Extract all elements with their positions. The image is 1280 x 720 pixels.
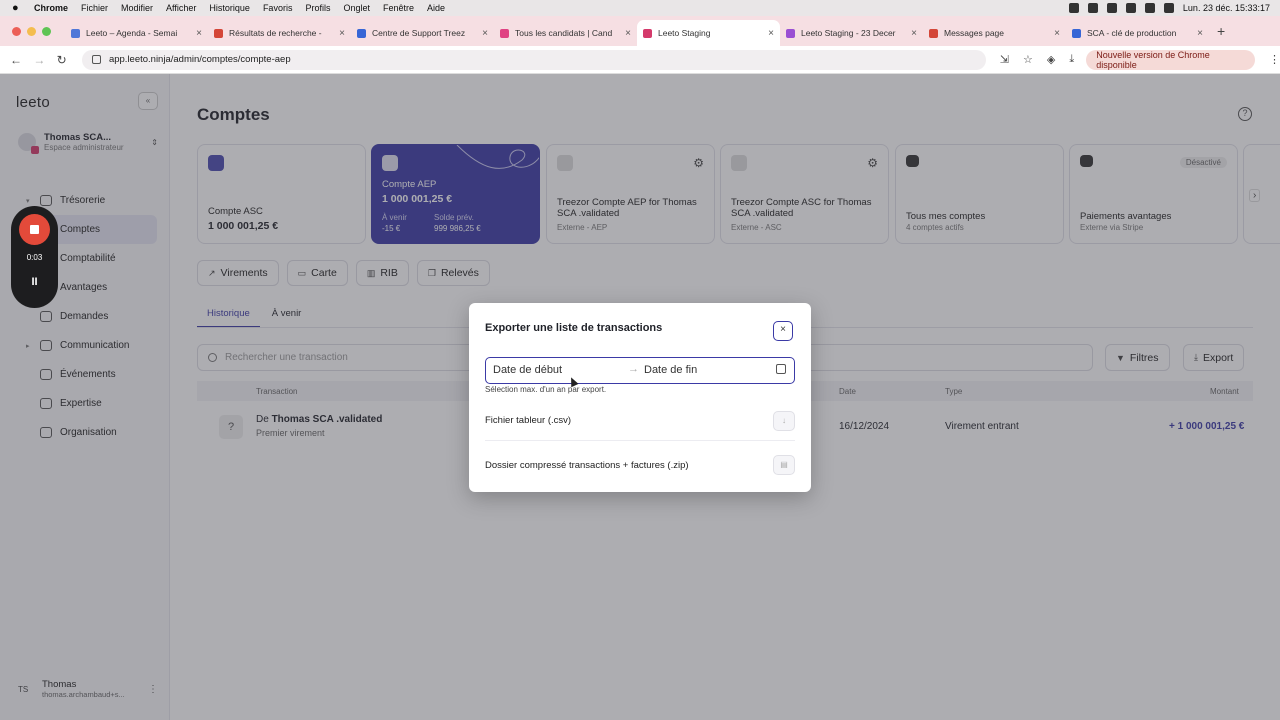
stop-recording-button[interactable]	[19, 214, 50, 245]
zoom-window-button[interactable]	[42, 26, 51, 36]
close-tab-icon[interactable]: ×	[911, 28, 917, 39]
menu-onglet[interactable]: Onglet	[343, 3, 370, 13]
os-menu-bar: ● Chrome Fichier Modifier Afficher Histo…	[0, 0, 1280, 16]
url-text: app.leeto.ninja/admin/comptes/compte-aep	[108, 54, 291, 65]
option-label: Fichier tableur (.csv)	[485, 415, 572, 426]
tab-title: Leeto Staging - 23 Decer	[801, 28, 896, 38]
favicon-icon	[643, 28, 652, 38]
menu-modifier[interactable]: Modifier	[121, 3, 153, 13]
browser-tab[interactable]: Leeto Staging ×	[637, 20, 780, 46]
tab-title: Résultats de recherche -	[229, 28, 322, 38]
close-tab-icon[interactable]: ×	[768, 28, 774, 39]
close-tab-icon[interactable]: ×	[625, 28, 631, 39]
end-date-input[interactable]: Date de fin	[644, 364, 697, 376]
extensions-icon[interactable]: ◈	[1047, 53, 1055, 66]
menu-fenetre[interactable]: Fenêtre	[383, 3, 414, 13]
menu-afficher[interactable]: Afficher	[166, 3, 196, 13]
download-icon[interactable]: ↓	[773, 410, 795, 431]
close-tab-icon[interactable]: ×	[1054, 28, 1060, 39]
favicon-icon	[71, 28, 80, 38]
start-date-input[interactable]: Date de début	[493, 364, 562, 376]
browser-tab[interactable]: Leeto Staging - 23 Decer ×	[780, 20, 923, 46]
site-info-icon[interactable]	[91, 55, 101, 64]
close-window-button[interactable]	[12, 26, 21, 36]
export-dialog: Exporter une liste de transactions × Dat…	[469, 303, 811, 492]
recording-timer: 0:03	[26, 253, 43, 262]
wifi-icon[interactable]	[1125, 3, 1136, 13]
tab-title: Leeto – Agenda - Semai	[86, 28, 178, 38]
browser-tab[interactable]: Résultats de recherche - ×	[208, 20, 351, 46]
menu-aide[interactable]: Aide	[427, 3, 445, 13]
url-field[interactable]: app.leeto.ninja/admin/comptes/compte-aep	[81, 49, 986, 70]
screen-recorder-widget: 0:03 II	[11, 206, 58, 308]
favicon-icon	[357, 28, 366, 38]
back-icon[interactable]: ←	[10, 53, 23, 67]
option-label: Dossier compressé transactions + facture…	[485, 459, 689, 471]
calendar-icon[interactable]	[776, 364, 786, 374]
menu-chrome[interactable]: Chrome	[34, 3, 68, 13]
favicon-icon	[214, 28, 223, 38]
reload-icon[interactable]: ↻	[57, 53, 70, 67]
browser-tab-strip: Leeto – Agenda - Semai × Résultats de rech…	[0, 16, 1280, 46]
favicon-icon	[1072, 28, 1081, 38]
forward-icon[interactable]: →	[33, 53, 46, 67]
status-app-icon[interactable]	[1068, 3, 1079, 13]
address-bar-row: ← → ↻ app.leeto.ninja/admin/comptes/comp…	[0, 46, 1280, 74]
tab-title: SCA - clé de production	[1087, 28, 1177, 38]
favicon-icon	[929, 28, 938, 38]
close-tab-icon[interactable]: ×	[482, 28, 488, 39]
favicon-icon	[500, 28, 509, 38]
menu-favoris[interactable]: Favoris	[263, 3, 293, 13]
browser-tab[interactable]: Leeto – Agenda - Semai ×	[65, 20, 208, 46]
close-tab-icon[interactable]: ×	[1197, 28, 1203, 39]
date-range-hint: Sélection max. d'un an par export.	[485, 385, 607, 394]
pause-recording-button[interactable]: II	[11, 276, 58, 288]
favicon-icon	[786, 28, 795, 38]
close-tab-icon[interactable]: ×	[339, 28, 345, 39]
menu-clock[interactable]: Lun. 23 déc. 15:33:17	[1183, 3, 1270, 13]
tab-title: Messages page	[944, 28, 1005, 38]
close-icon[interactable]: ×	[773, 321, 793, 341]
status-app-icon[interactable]	[1106, 3, 1117, 13]
install-icon[interactable]: ⇲	[1000, 53, 1009, 66]
tab-title: Leeto Staging	[658, 28, 711, 38]
chrome-menu-icon[interactable]: ⋮	[1269, 53, 1280, 66]
browser-tab[interactable]: SCA - clé de production ×	[1066, 20, 1209, 46]
bookmark-star-icon[interactable]: ☆	[1023, 53, 1033, 66]
download-icon[interactable]: ⤓	[1069, 53, 1074, 66]
browser-tab[interactable]: Messages page ×	[923, 20, 1066, 46]
export-csv-option[interactable]: Fichier tableur (.csv) ↓	[485, 401, 795, 441]
tab-title: Tous les candidats | Cand	[515, 28, 613, 38]
export-zip-option[interactable]: Dossier compressé transactions + facture…	[485, 445, 795, 485]
menu-historique[interactable]: Historique	[209, 3, 250, 13]
apple-icon[interactable]: ●	[12, 2, 24, 14]
minimize-window-button[interactable]	[27, 26, 36, 36]
menu-profils[interactable]: Profils	[305, 3, 330, 13]
dialog-title: Exporter une liste de transactions	[485, 322, 663, 334]
arrow-right-icon: →	[628, 363, 639, 375]
status-app-icon[interactable]	[1087, 3, 1098, 13]
browser-tab[interactable]: Tous les candidats | Cand ×	[494, 20, 637, 46]
window-controls	[12, 26, 51, 36]
new-tab-button[interactable]: +	[1217, 23, 1225, 39]
control-center-icon[interactable]	[1163, 3, 1174, 13]
chrome-update-button[interactable]: Nouvelle version de Chrome disponible	[1086, 49, 1256, 70]
archive-icon[interactable]: ▤	[773, 455, 795, 475]
tab-title: Centre de Support Treez	[372, 28, 466, 38]
search-icon[interactable]	[1144, 3, 1155, 13]
menu-fichier[interactable]: Fichier	[81, 3, 108, 13]
date-range-picker[interactable]: Date de début → Date de fin	[485, 357, 795, 384]
browser-tab[interactable]: Centre de Support Treez ×	[351, 20, 494, 46]
close-tab-icon[interactable]: ×	[196, 28, 202, 39]
